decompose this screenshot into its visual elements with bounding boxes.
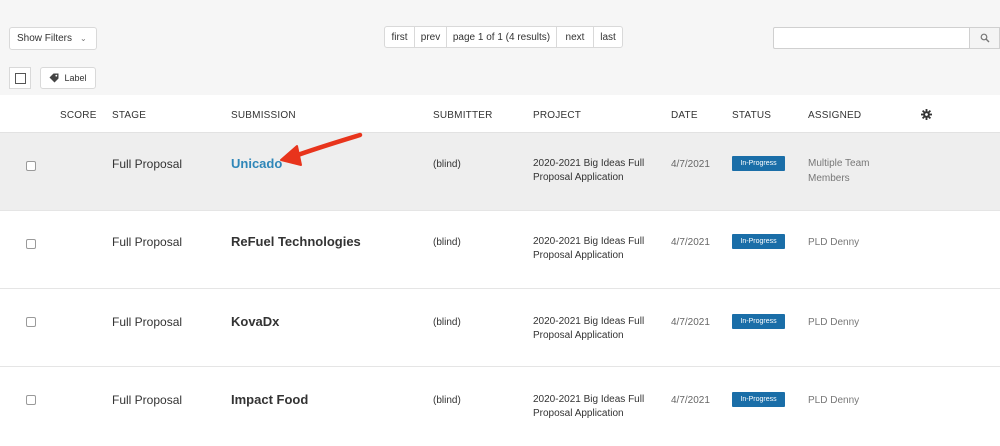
status-badge: In-Progress bbox=[732, 234, 785, 249]
chevron-down-icon: ⌄ bbox=[80, 34, 87, 43]
stage-cell: Full Proposal bbox=[112, 235, 183, 249]
search-icon bbox=[980, 33, 989, 43]
stage-cell: Full Proposal bbox=[112, 393, 183, 407]
pagination-info: page 1 of 1 (4 results) bbox=[446, 26, 557, 48]
table-row[interactable]: Full Proposal KovaDx (blind) 2020-2021 B… bbox=[0, 289, 1000, 367]
table-row[interactable]: Full Proposal Unicado (blind) 2020-2021 … bbox=[0, 133, 1000, 211]
assigned-cell: Multiple Team Members bbox=[808, 158, 870, 184]
submitter-cell: (blind) bbox=[433, 237, 461, 248]
pagination: first prev page 1 of 1 (4 results) next … bbox=[384, 26, 623, 48]
table-header: SCORE STAGE SUBMISSION SUBMITTER PROJECT… bbox=[0, 96, 1000, 133]
column-header-status[interactable]: STATUS bbox=[732, 110, 771, 121]
project-cell: 2020-2021 Big Ideas Full Proposal Applic… bbox=[533, 236, 645, 261]
stage-cell: Full Proposal bbox=[112, 315, 183, 329]
row-checkbox[interactable] bbox=[26, 161, 36, 171]
submission-link[interactable]: KovaDx bbox=[231, 314, 279, 329]
submission-link[interactable]: Impact Food bbox=[231, 392, 308, 407]
project-cell: 2020-2021 Big Ideas Full Proposal Applic… bbox=[533, 158, 645, 183]
search-input[interactable] bbox=[773, 27, 970, 49]
column-header-stage[interactable]: STAGE bbox=[112, 110, 146, 121]
assigned-cell: PLD Denny bbox=[808, 317, 860, 328]
project-cell: 2020-2021 Big Ideas Full Proposal Applic… bbox=[533, 316, 645, 341]
status-badge: In-Progress bbox=[732, 314, 785, 329]
date-cell: 4/7/2021 bbox=[671, 237, 710, 248]
checkbox-box bbox=[14, 72, 26, 84]
date-cell: 4/7/2021 bbox=[671, 317, 710, 328]
row-checkbox[interactable] bbox=[26, 395, 36, 405]
column-header-date[interactable]: DATE bbox=[671, 110, 698, 121]
submitter-cell: (blind) bbox=[433, 395, 461, 406]
show-filters-button[interactable]: Show Filters ⌄ bbox=[9, 27, 97, 50]
column-header-score[interactable]: SCORE bbox=[60, 110, 97, 121]
table-row[interactable]: Full Proposal ReFuel Technologies (blind… bbox=[0, 211, 1000, 289]
tag-icon bbox=[49, 73, 59, 83]
label-button-text: Label bbox=[64, 73, 87, 83]
assigned-cell: PLD Denny bbox=[808, 237, 860, 248]
submitter-cell: (blind) bbox=[433, 159, 461, 170]
status-badge: In-Progress bbox=[732, 156, 785, 171]
column-header-submitter[interactable]: SUBMITTER bbox=[433, 110, 493, 121]
table-row[interactable]: Full Proposal Impact Food (blind) 2020-2… bbox=[0, 367, 1000, 445]
submitter-cell: (blind) bbox=[433, 317, 461, 328]
row-checkbox[interactable] bbox=[26, 239, 36, 249]
pagination-next-button[interactable]: next bbox=[556, 26, 594, 48]
date-cell: 4/7/2021 bbox=[671, 159, 710, 170]
assigned-cell: PLD Denny bbox=[808, 395, 860, 406]
column-header-submission[interactable]: SUBMISSION bbox=[231, 110, 296, 121]
pagination-last-button[interactable]: last bbox=[593, 26, 623, 48]
submission-link[interactable]: ReFuel Technologies bbox=[231, 234, 361, 249]
gear-icon[interactable] bbox=[921, 109, 932, 120]
row-checkbox[interactable] bbox=[26, 317, 36, 327]
column-header-project[interactable]: PROJECT bbox=[533, 110, 581, 121]
annotation-arrow bbox=[280, 132, 363, 166]
column-header-assigned[interactable]: ASSIGNED bbox=[808, 110, 861, 121]
status-badge: In-Progress bbox=[732, 392, 785, 407]
search-button[interactable] bbox=[969, 27, 1000, 49]
pagination-first-button[interactable]: first bbox=[384, 26, 415, 48]
project-cell: 2020-2021 Big Ideas Full Proposal Applic… bbox=[533, 394, 645, 419]
show-filters-label: Show Filters bbox=[17, 33, 73, 44]
label-button[interactable]: Label bbox=[40, 67, 96, 89]
select-all-checkbox[interactable] bbox=[9, 67, 31, 89]
date-cell: 4/7/2021 bbox=[671, 395, 710, 406]
stage-cell: Full Proposal bbox=[112, 157, 183, 171]
pagination-prev-button[interactable]: prev bbox=[414, 26, 447, 48]
